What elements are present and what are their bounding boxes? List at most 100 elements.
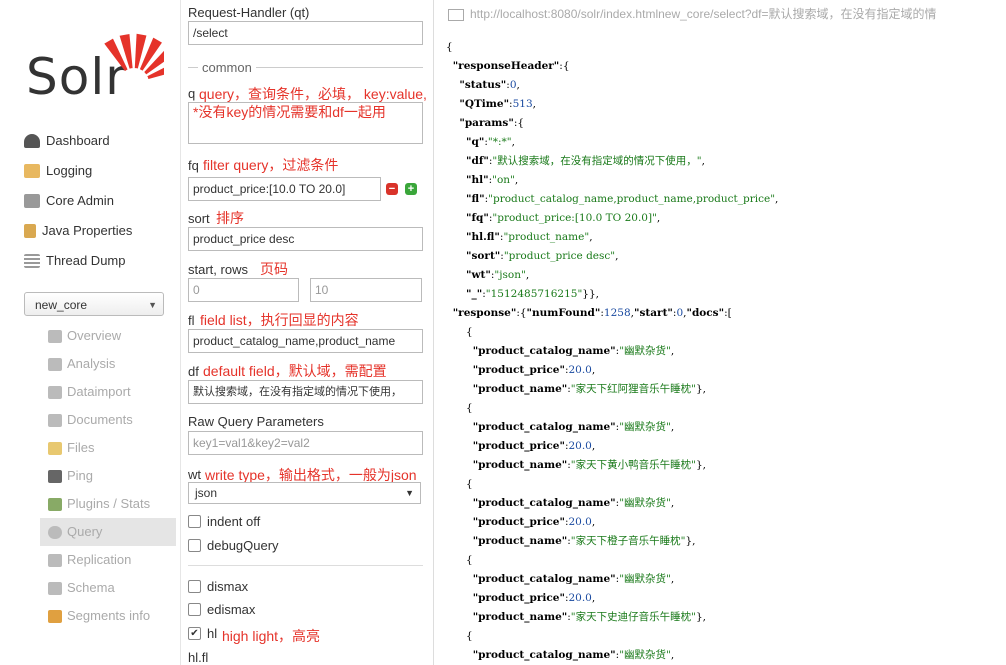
request-handler-input[interactable]: /select xyxy=(188,21,423,45)
replication-icon xyxy=(48,553,62,567)
json-line: "_":"1512485716215"}}, xyxy=(466,288,599,300)
hl-checkbox[interactable]: ✔ hl xyxy=(188,626,217,641)
json-line: "product_name":"家天下史迪仔音乐午睡枕"}, xyxy=(472,611,706,623)
ping-icon xyxy=(48,469,62,483)
raw-query-input[interactable]: key1=val1&key2=val2 xyxy=(188,431,423,455)
rows-input[interactable]: 10 xyxy=(310,278,422,302)
response-panel: http://localhost:8080/solr/index.htmlnew… xyxy=(434,0,1006,665)
json-line: "product_price":20.0, xyxy=(472,592,596,604)
query-form: Request-Handler (qt) /select common q qu… xyxy=(180,0,434,665)
link-icon xyxy=(448,8,464,21)
json-line: "params":{ xyxy=(459,117,525,129)
core-menu-label: Analysis xyxy=(67,356,116,371)
chevron-down-icon: ▼ xyxy=(405,488,414,498)
q-annotation: query，查询条件，必填， key:value, xyxy=(199,86,427,102)
df-label: df xyxy=(188,364,199,379)
json-line: { xyxy=(446,554,473,566)
fq-label: fq xyxy=(188,158,199,173)
json-line: "response":{"numFound":1258,"start":0,"d… xyxy=(452,307,732,319)
core-menu-analysis[interactable]: Analysis xyxy=(40,350,176,378)
edismax-label: edismax xyxy=(207,602,256,617)
core-menu-documents[interactable]: Documents xyxy=(40,406,176,434)
json-line: "responseHeader":{ xyxy=(452,60,570,72)
documents-icon xyxy=(48,413,62,427)
nav-core-admin[interactable]: Core Admin xyxy=(24,186,174,216)
schema-icon xyxy=(48,581,62,595)
json-line: "status":0, xyxy=(459,79,520,91)
core-menu-files[interactable]: Files xyxy=(40,434,176,462)
q-value: *没有key的情况需要和df一起用 xyxy=(193,104,386,120)
core-menu-plugins[interactable]: Plugins / Stats xyxy=(40,490,176,518)
q-textarea[interactable]: *没有key的情况需要和df一起用 xyxy=(188,102,423,144)
solr-logo[interactable]: Solr xyxy=(22,28,164,108)
solr-sunburst-icon xyxy=(104,33,164,88)
fq-input[interactable]: product_price:[10.0 TO 20.0] xyxy=(188,177,381,201)
request-url-link[interactable]: http://localhost:8080/solr/index.htmlnew… xyxy=(448,5,937,22)
java-properties-icon xyxy=(24,224,36,238)
hl-annotation: high light，高亮 xyxy=(222,628,321,644)
json-line: "product_name":"家天下橙子音乐午睡枕"}, xyxy=(472,535,696,547)
json-line: { xyxy=(446,630,473,642)
nav-java-properties[interactable]: Java Properties xyxy=(24,216,174,246)
core-menu-replication[interactable]: Replication xyxy=(40,546,176,574)
segments-icon xyxy=(48,609,62,623)
analysis-icon xyxy=(48,357,62,371)
json-line: "df":"默认搜索域，在没有指定域的情况下使用，", xyxy=(466,155,705,167)
remove-fq-button[interactable]: − xyxy=(386,183,398,195)
start-input[interactable]: 0 xyxy=(188,278,299,302)
fl-annotation: field list，执行回显的内容 xyxy=(200,312,359,328)
debug-query-checkbox[interactable]: debugQuery xyxy=(188,538,279,553)
plugins-icon xyxy=(48,497,62,511)
core-menu-query[interactable]: Query xyxy=(40,518,176,546)
sort-annotation: 排序 xyxy=(216,210,244,226)
wt-select-value: json xyxy=(195,486,218,500)
nav-dashboard[interactable]: Dashboard xyxy=(24,126,174,156)
json-line: "fq":"product_price:[10.0 TO 20.0]", xyxy=(466,212,661,224)
core-menu-label: Ping xyxy=(67,468,94,483)
checkmark-icon: ✔ xyxy=(188,627,201,640)
request-url: http://localhost:8080/solr/index.htmlnew… xyxy=(470,7,937,21)
json-line: "wt":"json", xyxy=(466,269,530,281)
core-menu-dataimport[interactable]: Dataimport xyxy=(40,378,176,406)
wt-select[interactable]: json ▼ xyxy=(188,482,421,504)
options-divider xyxy=(188,565,423,566)
json-line: { xyxy=(446,402,473,414)
core-menu-label: Schema xyxy=(67,580,115,595)
indent-off-checkbox[interactable]: indent off xyxy=(188,514,260,529)
core-menu-label: Segments info xyxy=(67,608,151,623)
json-line: "hl":"on", xyxy=(466,174,519,186)
edismax-checkbox[interactable]: edismax xyxy=(188,602,255,617)
json-line: "product_name":"家天下黄小鸭音乐午睡枕"}, xyxy=(472,459,706,471)
core-menu-overview[interactable]: Overview xyxy=(40,322,176,350)
json-line: "q":"*:*", xyxy=(466,136,515,148)
fl-input[interactable]: product_catalog_name,product_name xyxy=(188,329,423,353)
main-nav: Dashboard Logging Core Admin Java Proper… xyxy=(24,126,174,276)
core-menu-schema[interactable]: Schema xyxy=(40,574,176,602)
core-menu: Overview Analysis Dataimport Documents F… xyxy=(40,322,176,630)
json-line: "product_price":20.0, xyxy=(472,364,596,376)
thread-dump-icon xyxy=(24,254,40,268)
json-line: "product_price":20.0, xyxy=(472,516,596,528)
sort-input[interactable]: product_price desc xyxy=(188,227,423,251)
add-fq-button[interactable]: + xyxy=(405,183,417,195)
nav-logging[interactable]: Logging xyxy=(24,156,174,186)
core-menu-label: Files xyxy=(67,440,95,455)
sidebar: Solr Dashboard Logging Core Admin Java P… xyxy=(0,0,181,665)
dashboard-icon xyxy=(24,134,40,148)
hl-fl-label: hl.fl xyxy=(188,650,209,665)
json-line: "product_catalog_name":"幽默杂货", xyxy=(472,497,675,509)
df-annotation: default field，默认域，需配置 xyxy=(203,363,387,379)
core-menu-ping[interactable]: Ping xyxy=(40,462,176,490)
nav-label: Thread Dump xyxy=(46,253,126,268)
json-response: { "responseHeader":{ "status":0, "QTime"… xyxy=(446,38,778,665)
q-label: q xyxy=(188,86,196,101)
nav-thread-dump[interactable]: Thread Dump xyxy=(24,246,174,276)
core-menu-segments[interactable]: Segments info xyxy=(40,602,176,630)
json-line: "fl":"product_catalog_name,product_name,… xyxy=(466,193,779,205)
core-menu-label: Replication xyxy=(67,552,132,567)
df-input[interactable]: 默认搜索域，在没有指定域的情况下使用， xyxy=(188,380,423,404)
core-selector[interactable]: new_core ▼ xyxy=(24,292,164,316)
files-icon xyxy=(48,441,62,455)
dismax-checkbox[interactable]: dismax xyxy=(188,579,248,594)
json-line: "product_catalog_name":"幽默杂货", xyxy=(472,573,675,585)
